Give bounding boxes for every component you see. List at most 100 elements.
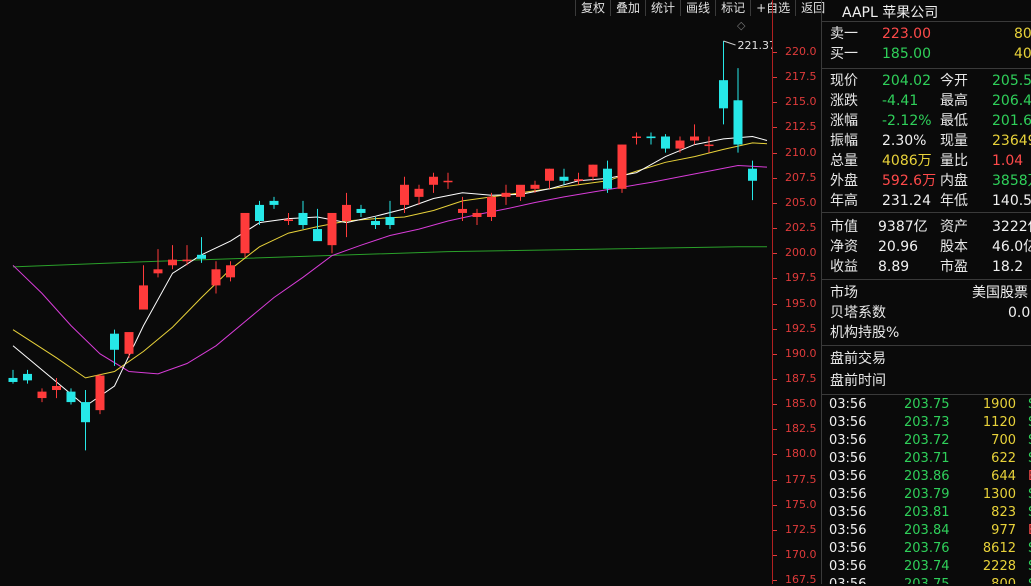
quote-row: 现价 204.02 今开 205.53	[822, 71, 1031, 91]
price-tick-label: 210.0	[785, 145, 817, 159]
candle-body	[211, 269, 221, 286]
price-tick-mark	[773, 328, 777, 330]
trade-price: 203.73	[904, 415, 950, 430]
quote-label: 量比	[940, 153, 968, 169]
candle-body	[733, 100, 743, 145]
trade-volume: 1300	[982, 487, 1016, 502]
adjust-button[interactable]: 复权	[575, 0, 610, 16]
quote-value: 46.0亿	[992, 239, 1031, 255]
candle-body	[37, 391, 47, 399]
price-tick-mark	[773, 127, 777, 129]
candle-body	[690, 136, 699, 141]
trade-volume: 977	[991, 523, 1016, 538]
trade-volume: 823	[991, 505, 1016, 520]
draw-line-button[interactable]: 画线	[680, 0, 715, 16]
trade-price: 203.75	[904, 576, 950, 584]
candle-body	[23, 373, 32, 381]
quote-label: 现量	[940, 133, 968, 149]
quote-value: 2364915	[992, 133, 1031, 149]
quote-value: 8.89	[878, 259, 910, 275]
quote-label: 股本	[940, 239, 968, 255]
trade-row: 03:56203.751900S	[822, 396, 1031, 414]
price-tick-mark	[773, 529, 777, 531]
diamond-icon[interactable]: ◇	[737, 19, 745, 32]
trade-volume: 622	[991, 451, 1016, 466]
candle-body	[588, 164, 598, 177]
ma250-line	[12, 246, 767, 268]
price-tick-mark	[773, 404, 777, 406]
price-tick-mark	[773, 303, 777, 305]
trade-volume: 8612	[982, 541, 1016, 556]
candle-body	[371, 221, 380, 226]
candle-body	[545, 168, 554, 181]
quote-label: 涨跌	[830, 93, 858, 109]
candle-body	[168, 259, 177, 266]
candle-body	[704, 144, 714, 147]
candle-body	[414, 188, 424, 197]
trade-time: 03:56	[829, 451, 867, 466]
institution-label: 机构持股%	[830, 325, 900, 341]
premarket-time-label: 盘前时间	[830, 373, 886, 389]
candle-body	[182, 259, 192, 262]
quote-label: 总量	[830, 153, 858, 169]
candle-body	[66, 391, 76, 403]
quote-label: 年高	[830, 193, 858, 209]
candle-body	[603, 168, 612, 189]
quote-label: 资产	[940, 219, 968, 235]
quote-label: 市盈	[940, 259, 968, 275]
quote-label: 今开	[940, 73, 968, 89]
price-tick-label: 212.5	[785, 120, 817, 134]
price-tick-mark	[773, 555, 777, 556]
trade-time: 03:56	[829, 559, 867, 574]
trade-time: 03:56	[829, 433, 867, 448]
candle-body	[52, 385, 61, 391]
trade-row: 03:56203.75800S	[822, 576, 1031, 584]
trade-row: 03:56203.768612S	[822, 540, 1031, 558]
candle-body	[139, 285, 148, 310]
price-tick-label: 177.5	[785, 472, 817, 486]
price-tick-mark	[773, 479, 777, 481]
trade-row: 03:56203.791300S	[822, 486, 1031, 504]
candle-body	[559, 176, 569, 181]
candle-body	[719, 80, 728, 109]
quote-label: 内盘	[940, 173, 968, 189]
high-marker-label: 221.37	[738, 39, 773, 52]
candle-body	[516, 184, 525, 197]
price-tick-label: 175.0	[785, 497, 817, 511]
trade-time: 03:56	[829, 397, 867, 412]
quote-row: 卖一 223.00 800	[822, 24, 1031, 44]
price-tick-mark	[773, 77, 777, 79]
quote-value: 185.00	[882, 46, 931, 62]
overlay-button[interactable]: 叠加	[610, 0, 645, 16]
divider	[822, 212, 1031, 213]
price-tick-mark	[773, 177, 777, 179]
trade-price: 203.76	[904, 541, 950, 556]
trade-time: 03:56	[829, 487, 867, 502]
candle-body	[632, 136, 641, 139]
trade-price: 203.81	[904, 505, 950, 520]
quote-row: 振幅 2.30% 现量 2364915	[822, 131, 1031, 151]
quote-label: 现价	[830, 73, 858, 89]
kline-chart[interactable]: 221.37	[0, 0, 772, 584]
quote-value: 18.2	[992, 259, 1024, 275]
mark-button[interactable]: 标记	[715, 0, 750, 16]
quote-value: 9387亿	[878, 219, 928, 235]
trade-row: 03:56203.86644B	[822, 468, 1031, 486]
candle-body	[443, 180, 453, 183]
quote-row: 买一 185.00 40	[822, 44, 1031, 64]
quote-label: 卖一	[830, 26, 858, 42]
quote-value: -2.12%	[882, 113, 932, 129]
price-tick-mark	[773, 152, 777, 154]
candle-body	[574, 179, 583, 181]
candlestick-plot[interactable]: 221.37	[0, 0, 772, 584]
price-tick-label: 185.0	[785, 397, 817, 411]
candle-body	[313, 229, 322, 242]
quote-value: 800	[1014, 26, 1031, 42]
quote-row: 收益 8.89 市盈 18.2	[822, 257, 1031, 277]
price-tick-mark	[773, 429, 777, 431]
statistics-button[interactable]: 统计	[645, 0, 680, 16]
quote-label: 收益	[830, 259, 858, 275]
price-tick-label: 217.5	[785, 70, 817, 84]
quote-value: 2.30%	[882, 133, 927, 149]
candle-body	[530, 184, 540, 189]
